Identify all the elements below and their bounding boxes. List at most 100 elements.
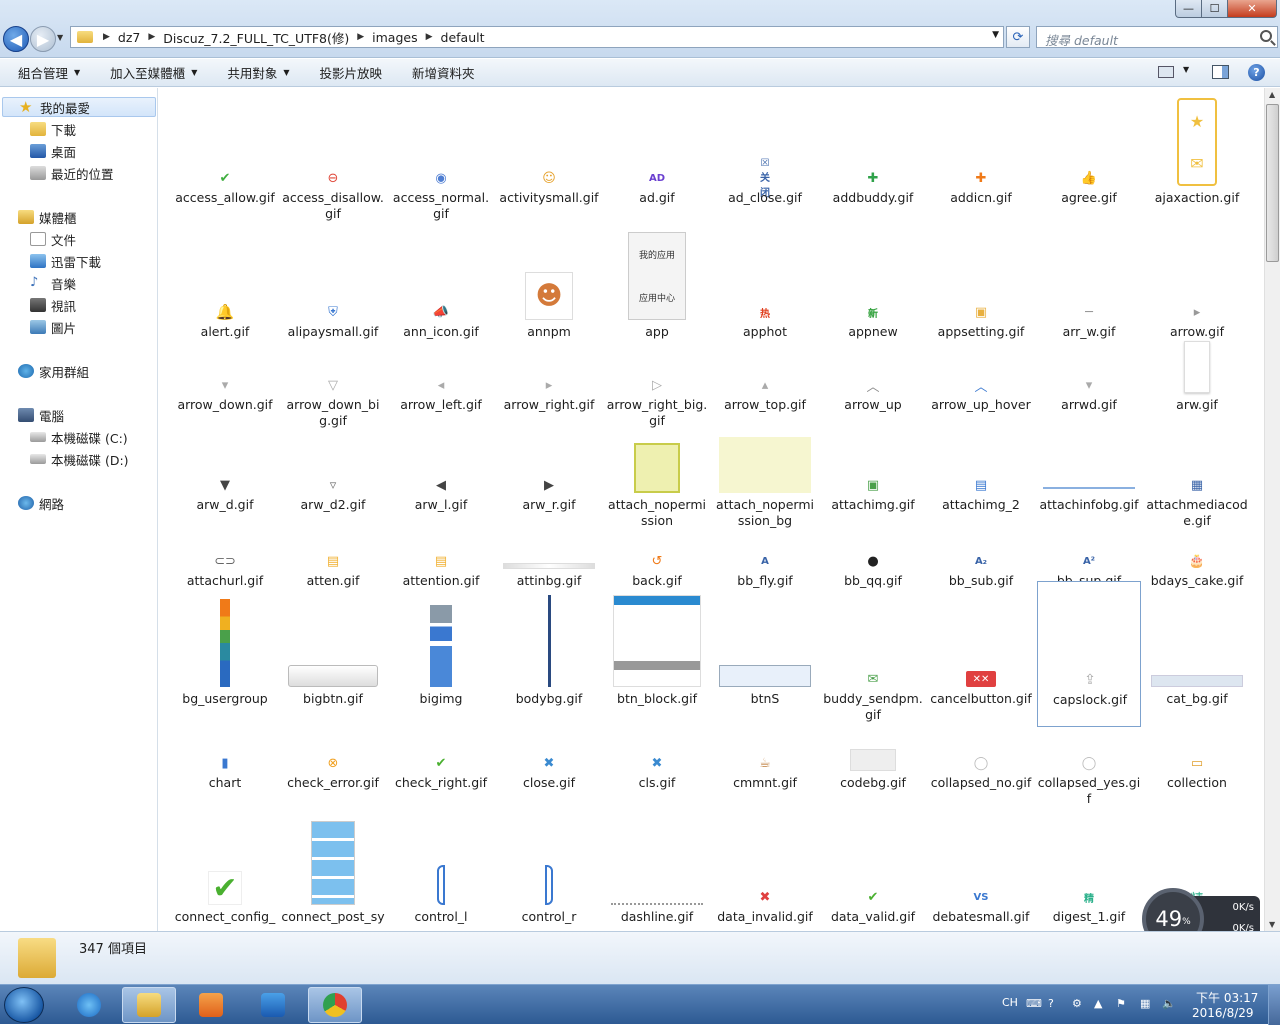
file-item[interactable]: ◀ arw_l.gif [389,427,493,533]
file-item[interactable]: 热 apphot [713,234,817,360]
show-desktop-button[interactable] [1268,985,1280,1025]
minimize-button[interactable]: — [1175,0,1202,18]
file-item[interactable]: ⇪ capslock.gif [1037,581,1141,727]
file-item[interactable]: ▿ arw_d2.gif [281,427,385,533]
nav-homegroup[interactable]: 家用群組 [18,361,89,381]
file-item[interactable]: connect_post_sy [281,799,385,931]
nav-xunlei[interactable]: 迅雷下載 [30,251,101,271]
file-item[interactable]: ⛨ alipaysmall.gif [281,234,385,360]
file-item[interactable]: ▷ arrow_right_big.gif [605,353,709,433]
refresh-button[interactable]: ⟳ [1006,26,1030,48]
flag-icon[interactable]: ⚑ [1116,997,1126,1010]
file-item[interactable]: ✖ data_invalid.gif [713,799,817,931]
clock-date[interactable]: 2016/8/29 [1192,1006,1254,1020]
file-item[interactable]: ▸ arrow_right.gif [497,353,601,433]
input-language[interactable]: CH [1002,996,1018,1009]
nav-network[interactable]: 網路 [18,493,64,513]
nav-drive-d[interactable]: 本機磁碟 (D:) [30,449,129,469]
file-item[interactable]: dashline.gif [605,799,709,931]
file-item[interactable]: ✔ access_allow.gif [173,100,277,226]
back-button[interactable]: ◀ [3,26,29,52]
file-item[interactable]: control_r [497,799,601,931]
help-icon[interactable]: ? [1248,64,1265,81]
file-item[interactable]: ▾ arrwd.gif [1037,353,1141,433]
file-item[interactable]: control_l [389,799,493,931]
file-item[interactable]: cat_bg.gif [1145,581,1249,727]
file-item[interactable]: bg_usergroup [173,581,277,727]
file-item[interactable]: attach_nopermission [605,427,709,533]
file-item[interactable]: 🔔 alert.gif [173,234,277,360]
file-item[interactable]: ─ arr_w.gif [1037,234,1141,360]
file-item[interactable]: ✔ connect_config_ [173,799,277,931]
share-with-menu[interactable]: 共用對象 ▼ [227,63,289,82]
file-item[interactable]: ︿ arrow_up_hover [929,353,1033,433]
scroll-up-icon[interactable]: ▲ [1269,90,1275,99]
new-folder-button[interactable]: 新增資料夾 [412,63,475,82]
file-item[interactable]: 👍 agree.gif [1037,100,1141,226]
address-dropdown-icon[interactable]: ▼ [992,30,999,40]
breadcrumb-dz7[interactable]: dz7 [118,30,140,45]
nav-pictures[interactable]: 圖片 [30,317,76,337]
keyboard-icon[interactable]: ⌨ [1026,997,1042,1010]
breadcrumb-images[interactable]: images [372,30,417,45]
file-item[interactable]: ▾ arrow_down.gif [173,353,277,433]
file-item[interactable]: ★ ✉ ajaxaction.gif [1145,98,1249,226]
preview-pane-icon[interactable] [1212,65,1229,79]
file-item[interactable]: ⊖ access_disallow.gif [281,100,385,226]
nav-favorites[interactable]: ★ 我的最愛 [2,97,156,117]
slideshow-button[interactable]: 投影片放映 [320,63,383,82]
file-item[interactable]: ✉ buddy_sendpm.gif [821,581,925,727]
file-item[interactable]: VS debatesmall.gif [929,799,1033,931]
scroll-down-icon[interactable]: ▼ [1269,920,1275,929]
file-item[interactable]: bigimg [389,581,493,727]
settings-icon[interactable]: ⚙ [1072,997,1082,1010]
file-item[interactable]: ☻ annpm [497,234,601,360]
file-item[interactable]: ▤ attachimg_2 [929,427,1033,533]
file-item[interactable]: bigbtn.gif [281,581,385,727]
file-item[interactable]: ▣ appsetting.gif [929,234,1033,360]
file-item[interactable]: AD ad.gif [605,100,709,226]
file-item[interactable]: ☒关闭 ad_close.gif [713,100,817,226]
file-item[interactable]: ▴ arrow_top.gif [713,353,817,433]
nav-videos[interactable]: 視訊 [30,295,76,315]
maximize-button[interactable]: ☐ [1201,0,1228,18]
nav-documents[interactable]: 文件 [30,229,76,249]
file-item[interactable]: ✔ data_valid.gif [821,799,925,931]
file-item[interactable]: ▣ attachimg.gif [821,427,925,533]
close-button[interactable]: ✕ [1227,0,1277,18]
file-item[interactable]: ▦ attachmediacode.gif [1145,427,1249,533]
taskbar-explorer[interactable] [122,987,176,1023]
file-item[interactable]: ▼ arw_d.gif [173,427,277,533]
taskbar-media[interactable] [184,987,238,1023]
breadcrumb-discuz[interactable]: Discuz_7.2_FULL_TC_UTF8(修) [163,28,349,47]
file-item[interactable]: ☺ activitysmall.gif [497,100,601,226]
taskbar-ie[interactable] [62,987,116,1023]
clock-time[interactable]: 下午 03:17 [1196,989,1258,1006]
show-hidden-icons-icon[interactable]: ▲ [1094,997,1102,1010]
file-item[interactable]: 精 digest_1.gif [1037,799,1141,931]
network-tray-icon[interactable]: ▦ [1140,997,1150,1010]
address-bar[interactable]: ▶ dz7 ▶ Discuz_7.2_FULL_TC_UTF8(修) ▶ ima… [70,26,1004,48]
nav-recent[interactable]: 最近的位置 [30,163,114,183]
help-tray-icon[interactable]: ? [1048,997,1054,1010]
change-view-icon[interactable] [1158,66,1174,78]
include-in-library-menu[interactable]: 加入至媒體櫃 ▼ [110,63,197,82]
volume-icon[interactable]: 🔈 [1162,997,1176,1010]
file-item[interactable]: btnS [713,581,817,727]
file-item[interactable]: ▶ arw_r.gif [497,427,601,533]
vertical-scrollbar[interactable]: ▲ ▼ [1264,88,1280,931]
file-item[interactable]: 📣 ann_icon.gif [389,234,493,360]
file-item[interactable]: btn_block.gif [605,581,709,727]
nav-desktop[interactable]: 桌面 [30,141,76,161]
file-item[interactable]: ▽ arrow_down_big.gif [281,353,385,433]
file-item[interactable]: bodybg.gif [497,581,601,727]
file-item[interactable]: ✚ addbuddy.gif [821,100,925,226]
nav-computer[interactable]: 電腦 [18,405,64,425]
nav-libraries[interactable]: 媒體櫃 [18,207,77,227]
nav-drive-c[interactable]: 本機磁碟 (C:) [30,427,128,447]
file-item[interactable]: ✕✕ cancelbutton.gif [929,581,1033,727]
file-item[interactable]: 新 appnew [821,234,925,360]
file-item[interactable]: attach_nopermission_bg [713,427,817,533]
file-item[interactable]: ︿ arrow_up [821,353,925,433]
recent-pages-dropdown[interactable]: ▼ [57,33,63,42]
